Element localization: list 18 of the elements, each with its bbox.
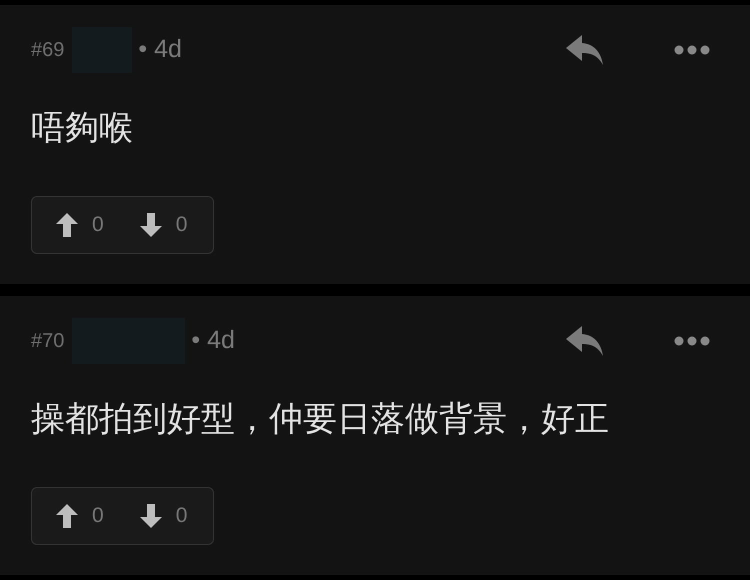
comment-number: #69 [31, 38, 64, 63]
up-arrow-icon [56, 213, 78, 237]
more-options-icon[interactable] [674, 45, 710, 55]
downvote-button[interactable]: 0 [140, 209, 188, 241]
down-arrow-icon [140, 504, 162, 528]
down-arrow-icon [140, 213, 162, 237]
reply-icon[interactable] [566, 326, 604, 356]
more-options-icon[interactable] [674, 336, 710, 346]
upvote-button[interactable]: 0 [56, 209, 104, 241]
comment-text: 操都拍到好型，仲要日落做背景，好正 [31, 399, 610, 439]
up-arrow-icon [56, 504, 78, 528]
upvote-button[interactable]: 0 [56, 500, 104, 532]
downvote-button[interactable]: 0 [140, 500, 188, 532]
comment-age: • 4d [138, 34, 182, 66]
comment-age: • 4d [191, 325, 235, 356]
comment-text: 唔夠喉 [31, 108, 134, 148]
reply-icon[interactable] [566, 35, 604, 65]
comment-number: #70 [31, 329, 64, 354]
